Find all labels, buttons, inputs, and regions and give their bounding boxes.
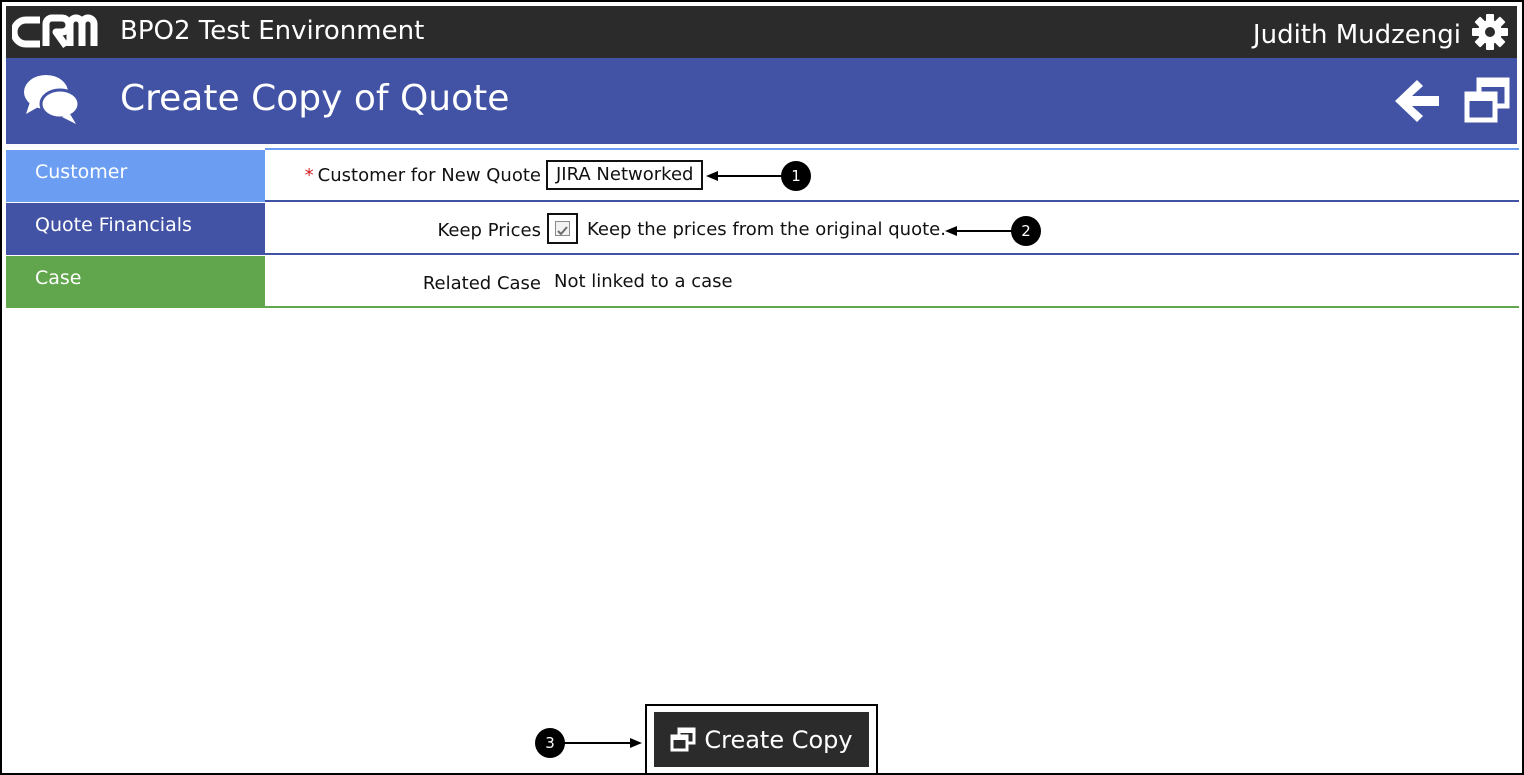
- row-divider: [265, 200, 1519, 202]
- create-copy-button[interactable]: Create Copy: [654, 712, 869, 767]
- case-field-area: Related Case: [265, 256, 1519, 308]
- required-marker: *: [304, 165, 314, 186]
- callout-arrow-1: [706, 171, 784, 181]
- related-case-label: Related Case: [422, 273, 541, 294]
- title-band: Create Copy of Quote: [6, 58, 1517, 144]
- check-icon: [557, 226, 568, 236]
- copy-icon: [670, 727, 696, 751]
- environment-title: BPO2 Test Environment: [120, 16, 425, 46]
- callout-number-3: 3: [535, 728, 565, 758]
- checkbox-inner: [555, 221, 570, 236]
- top-bar: BPO2 Test Environment Judith Mudzengi: [6, 6, 1517, 58]
- section-tab-quote-financials[interactable]: Quote Financials: [6, 203, 265, 255]
- copy-icon[interactable]: [1463, 76, 1511, 124]
- callout-arrow-3: [564, 738, 642, 748]
- customer-field-area: * Customer for New Quote: [265, 150, 1519, 202]
- back-arrow-icon[interactable]: [1393, 78, 1441, 124]
- customer-input[interactable]: JIRA Networked: [546, 160, 704, 190]
- create-copy-label: Create Copy: [704, 725, 853, 754]
- page-title: Create Copy of Quote: [120, 78, 510, 119]
- user-name[interactable]: Judith Mudzengi: [1253, 20, 1461, 50]
- keep-prices-description: Keep the prices from the original quote.: [587, 219, 946, 240]
- crm-logo: [12, 14, 98, 49]
- row-divider: [265, 306, 1519, 308]
- row-divider: [265, 253, 1519, 255]
- callout-number-2: 2: [1011, 216, 1041, 246]
- keep-prices-label: Keep Prices: [437, 220, 542, 241]
- keep-prices-checkbox[interactable]: [547, 213, 578, 244]
- callout-number-1: 1: [781, 161, 811, 191]
- section-tab-case[interactable]: Case: [6, 256, 265, 308]
- related-case-value: Not linked to a case: [554, 271, 733, 292]
- chat-bubbles-icon: [24, 75, 81, 124]
- case-row: Case Related Case: [6, 256, 1519, 308]
- gear-icon[interactable]: [1471, 13, 1509, 51]
- section-tab-customer[interactable]: Customer: [6, 150, 265, 202]
- customer-label: * Customer for New Quote: [305, 165, 541, 186]
- callout-arrow-2: [945, 226, 1013, 236]
- customer-label-text: Customer for New Quote: [317, 165, 541, 186]
